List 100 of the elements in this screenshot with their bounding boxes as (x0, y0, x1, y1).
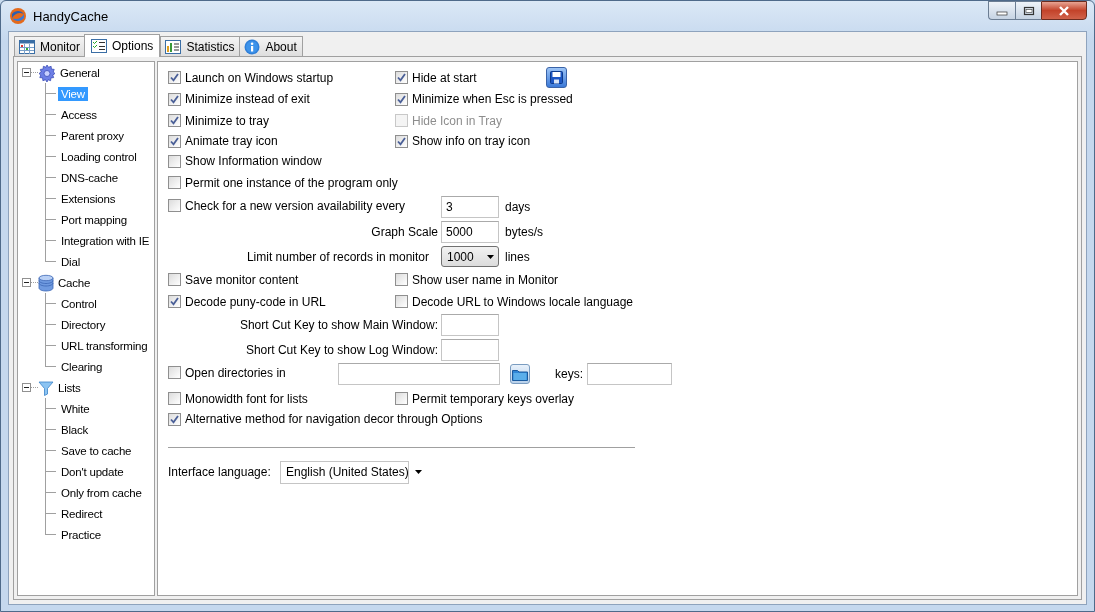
unit-label: bytes/s (504, 225, 543, 239)
tab[interactable]: Statistics (160, 36, 241, 56)
field-label: Short Cut Key to show Log Window: (244, 342, 439, 357)
app-logo-icon (9, 7, 27, 25)
check-mark-icon (397, 94, 406, 104)
tree-item[interactable]: URL transforming (58, 338, 151, 353)
dropdown-arrow-icon (414, 470, 422, 474)
checkbox-label: Animate tray icon (185, 134, 278, 148)
tab[interactable]: Monitor (14, 36, 86, 56)
checkbox[interactable] (395, 71, 408, 84)
collapse-toggle[interactable] (22, 68, 31, 77)
check-mark-icon (397, 136, 406, 146)
tree-item[interactable]: Only from cache (58, 485, 145, 500)
checkbox-label: Show info on tray icon (412, 134, 531, 148)
tree-item[interactable]: Save to cache (58, 443, 135, 458)
unit-label: lines (504, 249, 530, 264)
checkbox[interactable] (395, 92, 408, 106)
input-field[interactable]: 5000 (441, 221, 499, 243)
maximize-button[interactable] (1015, 1, 1041, 20)
chart-icon (165, 39, 182, 54)
tree-item[interactable]: DNS-cache (58, 170, 121, 185)
tree-item[interactable]: Access (58, 107, 100, 122)
checkbox[interactable] (168, 412, 181, 426)
checkbox[interactable] (168, 92, 181, 106)
save-button[interactable] (545, 67, 567, 88)
checkbox-label: Minimize when Esc is pressed (412, 92, 573, 106)
checkbox-label: Monowidth font for lists (185, 391, 308, 406)
tree-item[interactable]: Black (58, 422, 92, 437)
funnel-icon (38, 379, 54, 396)
checkbox-label: Show Information window (185, 154, 322, 168)
unit-label: days (504, 200, 531, 214)
checkbox[interactable] (395, 134, 408, 148)
checkbox[interactable] (168, 154, 181, 168)
checkbox-label: Alternative method for navigation decor through Options (185, 412, 483, 426)
tree-item[interactable]: Lists (54, 381, 81, 394)
tree-item[interactable]: Loading control (58, 149, 140, 164)
tree-item[interactable]: Extensions (58, 191, 119, 206)
tree-item[interactable]: Clearing (58, 359, 106, 374)
window-title: HandyCache (33, 8, 109, 24)
tab[interactable]: Options (84, 34, 161, 57)
check-mark-icon (170, 414, 179, 424)
tree-item[interactable]: Integration with IE (58, 233, 153, 248)
database-icon (38, 273, 54, 292)
input-field[interactable]: 3 (441, 196, 499, 218)
checkbox-label: Minimize instead of exit (185, 92, 310, 106)
checkbox[interactable] (168, 114, 181, 127)
field-label: Graph Scale (370, 225, 439, 239)
minimize-button[interactable] (988, 1, 1015, 20)
tree-item[interactable]: Redirect (58, 506, 106, 521)
close-icon (1058, 5, 1070, 16)
tree-item[interactable]: White (58, 401, 93, 416)
checkbox-label: Minimize to tray (185, 113, 270, 128)
checkbox-label: Decode URL to Windows locale language (412, 294, 633, 309)
close-button[interactable] (1041, 1, 1087, 20)
field-label: Limit number of records in monitor (245, 249, 430, 264)
tab[interactable]: About (239, 36, 303, 56)
tree-item[interactable]: Practice (58, 527, 104, 542)
tree-item[interactable]: General (56, 66, 100, 79)
checkbox[interactable] (168, 295, 181, 308)
gear-icon (38, 63, 56, 82)
checkbox[interactable] (168, 134, 181, 148)
check-mark-icon (170, 94, 179, 104)
checkbox[interactable] (168, 392, 181, 405)
checkbox-label: Save monitor content (185, 272, 299, 287)
tree-item[interactable]: Cache (54, 276, 91, 289)
checkbox-label: Check for a new version availability every (185, 198, 406, 213)
checkbox[interactable] (168, 199, 181, 213)
checkbox[interactable] (395, 295, 408, 308)
check-mark-icon (170, 297, 179, 306)
checkbox[interactable] (168, 176, 181, 189)
info-icon (244, 38, 261, 55)
checklist-icon (91, 39, 107, 53)
tree-item[interactable]: Dial (58, 254, 83, 269)
field-label: Short Cut Key to show Main Window: (238, 318, 439, 332)
checkbox[interactable] (395, 273, 408, 286)
checkbox[interactable] (168, 366, 181, 380)
checkbox-label: Decode puny-code in URL (185, 294, 326, 309)
tree-item[interactable]: Don't update (58, 464, 127, 479)
input-field[interactable] (441, 314, 499, 336)
collapse-toggle[interactable] (22, 383, 31, 392)
checkbox-label: Launch on Windows startup (185, 70, 334, 85)
input-field[interactable] (441, 338, 499, 361)
tree-item[interactable]: Directory (58, 317, 109, 332)
folder-icon (512, 367, 528, 381)
checkbox[interactable] (168, 273, 181, 286)
checkbox[interactable] (395, 392, 408, 405)
tree-item[interactable]: Port mapping (58, 212, 130, 227)
minus-icon (24, 385, 29, 390)
input-field[interactable] (587, 363, 672, 385)
check-mark-icon (170, 73, 179, 82)
tree-item[interactable]: Parent proxy (58, 128, 127, 143)
collapse-toggle[interactable] (22, 278, 31, 287)
checkbox[interactable] (168, 71, 181, 84)
grid-icon (19, 39, 35, 54)
tree-item[interactable]: Control (58, 296, 100, 311)
browse-folder-button[interactable] (510, 364, 530, 384)
input-field[interactable] (338, 363, 500, 385)
dropdown[interactable]: 1000 (441, 246, 499, 267)
checkbox-label: Hide Icon in Tray (412, 113, 503, 128)
checkbox-label: Permit one instance of the program only (185, 175, 398, 190)
